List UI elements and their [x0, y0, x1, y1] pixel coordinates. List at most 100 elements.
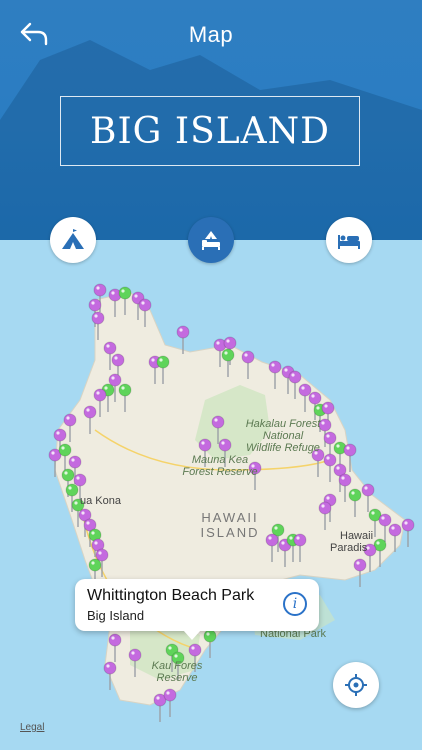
map-pin-highlight: [174, 654, 178, 658]
map-pin-highlight: [141, 301, 145, 305]
map-pin[interactable]: [68, 455, 82, 469]
map-pin-highlight: [326, 496, 330, 500]
map-pin-highlight: [64, 471, 68, 475]
map-label-mauna-kea-text: Mauna Kea Forest Reserve: [182, 454, 258, 478]
map-pin-highlight: [324, 404, 328, 408]
map-pin[interactable]: [323, 453, 337, 467]
map-pin-highlight: [356, 561, 360, 565]
map-pin-highlight: [326, 456, 330, 460]
map-label-forest-refuge-text: Hakalau Forest National Wildlife Refuge: [245, 418, 321, 454]
locate-me-button[interactable]: [333, 662, 379, 708]
map-label-kona: ua Kona: [80, 495, 121, 507]
map-pin[interactable]: [198, 438, 212, 452]
map-pin[interactable]: [348, 488, 362, 502]
map-pin-highlight: [274, 526, 278, 530]
map-pin[interactable]: [53, 428, 67, 442]
map-pin[interactable]: [298, 383, 312, 397]
map-pin[interactable]: [353, 558, 367, 572]
map-pin[interactable]: [65, 483, 79, 497]
map-pin[interactable]: [118, 383, 132, 397]
map-pin-highlight: [291, 373, 295, 377]
map-pin-highlight: [179, 328, 183, 332]
map-pin[interactable]: [361, 483, 375, 497]
map-pin[interactable]: [388, 523, 402, 537]
map-pin[interactable]: [128, 648, 142, 662]
map-pin[interactable]: [111, 353, 125, 367]
map-pin[interactable]: [293, 533, 307, 547]
map-pin-highlight: [86, 521, 90, 525]
map-pin[interactable]: [176, 325, 190, 339]
map-pin[interactable]: [63, 413, 77, 427]
map-pin-highlight: [106, 664, 110, 668]
map-pin-highlight: [268, 536, 272, 540]
map-pin[interactable]: [83, 405, 97, 419]
map-pin[interactable]: [288, 370, 302, 384]
map-pin[interactable]: [93, 283, 107, 297]
map-pin[interactable]: [118, 286, 132, 300]
map-pin-highlight: [159, 358, 163, 362]
map-pin[interactable]: [241, 350, 255, 364]
map-pin-highlight: [296, 536, 300, 540]
map-pin-highlight: [111, 376, 115, 380]
map-pin-highlight: [104, 386, 108, 390]
map-pin-highlight: [68, 486, 72, 490]
map-label-mauna-kea: Mauna Kea Forest Reserve: [180, 454, 260, 478]
map-pin[interactable]: [88, 298, 102, 312]
map-pin[interactable]: [265, 533, 279, 547]
map-pin-highlight: [346, 446, 350, 450]
map-pin[interactable]: [93, 388, 107, 402]
map-pin[interactable]: [268, 360, 282, 374]
map-pin-highlight: [91, 531, 95, 535]
map-pin-highlight: [364, 486, 368, 490]
map-pin-highlight: [341, 476, 345, 480]
map-pin-highlight: [201, 441, 205, 445]
info-button[interactable]: i: [283, 592, 307, 616]
map-pin[interactable]: [91, 311, 105, 325]
map-pin[interactable]: [163, 688, 177, 702]
map-pin-highlight: [351, 491, 355, 495]
page-title: Map: [188, 22, 234, 47]
map-pin[interactable]: [61, 468, 75, 482]
map-pin-highlight: [56, 431, 60, 435]
map-pin-highlight: [71, 458, 75, 462]
map-pin-highlight: [156, 696, 160, 700]
map-pin-highlight: [216, 341, 220, 345]
map-pin[interactable]: [203, 629, 217, 643]
map-pin[interactable]: [73, 473, 87, 487]
map-pin[interactable]: [308, 391, 322, 405]
map-pin[interactable]: [401, 518, 415, 532]
location-callout[interactable]: Whittington Beach Park Big Island i: [75, 579, 319, 640]
map-pin[interactable]: [378, 513, 392, 527]
map-pin[interactable]: [88, 558, 102, 572]
legal-link[interactable]: Legal: [20, 722, 44, 733]
map-pin[interactable]: [58, 443, 72, 457]
region-banner-text: BIG ISLAND: [89, 110, 331, 152]
map-label-hawaii: Hawaii: [340, 530, 374, 542]
map-pin[interactable]: [103, 661, 117, 675]
info-icon: i: [292, 596, 298, 612]
map-pin-highlight: [114, 356, 118, 360]
map-pin[interactable]: [188, 643, 202, 657]
map-pin-highlight: [316, 406, 320, 410]
map-pin[interactable]: [138, 298, 152, 312]
map-pin-highlight: [221, 441, 225, 445]
map-pin[interactable]: [108, 633, 122, 647]
map-pin-highlight: [81, 511, 85, 515]
map-pin-highlight: [134, 294, 138, 298]
map-label-forest-refuge: Hakalau Forest National Wildlife Refuge: [228, 418, 338, 454]
map-pin[interactable]: [223, 336, 237, 350]
map-pin[interactable]: [211, 415, 225, 429]
map-pin-highlight: [76, 476, 80, 480]
map-pin[interactable]: [343, 443, 357, 457]
map-pin[interactable]: [221, 348, 235, 362]
map-pin[interactable]: [318, 501, 332, 515]
map-pin-highlight: [111, 636, 115, 640]
map-pin-highlight: [94, 314, 98, 318]
map-pin-highlight: [168, 646, 172, 650]
map-pin[interactable]: [156, 355, 170, 369]
map-pin-highlight: [376, 541, 380, 545]
map-pin[interactable]: [103, 341, 117, 355]
map-pin[interactable]: [321, 401, 335, 415]
map-pin-highlight: [311, 394, 315, 398]
map-pin[interactable]: [338, 473, 352, 487]
